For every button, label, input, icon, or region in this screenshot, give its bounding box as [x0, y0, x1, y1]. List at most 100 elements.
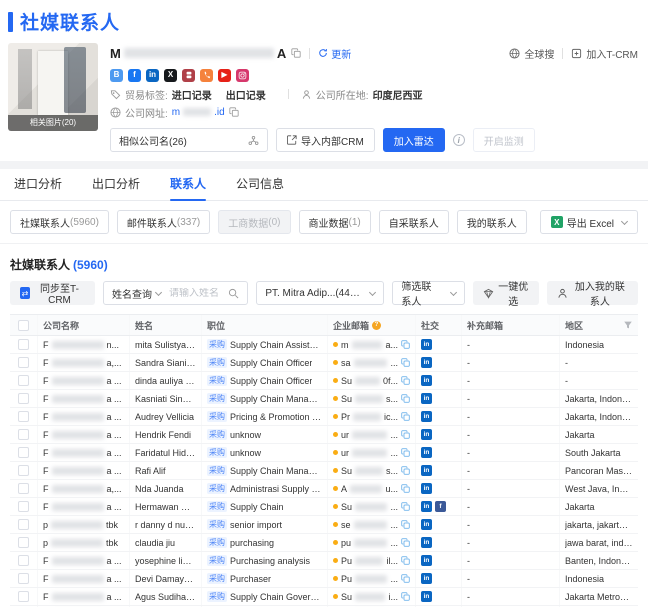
- linkedin-icon[interactable]: in: [421, 483, 432, 494]
- row-checkbox[interactable]: [18, 393, 29, 404]
- copy-icon[interactable]: [401, 358, 410, 367]
- add-my-contacts-button[interactable]: 加入我的联系人: [546, 281, 639, 308]
- cell-title: 采购 unknow: [202, 426, 328, 443]
- linkedin-icon[interactable]: in: [421, 465, 432, 476]
- copy-icon[interactable]: [401, 430, 410, 439]
- tab-item-3[interactable]: 公司信息: [236, 169, 284, 201]
- email-help-icon[interactable]: ?: [372, 320, 382, 330]
- tab-item-2[interactable]: 联系人: [170, 169, 207, 201]
- export-excel-button[interactable]: X 导出 Excel: [539, 210, 638, 234]
- row-checkbox[interactable]: [18, 411, 29, 422]
- linkedin-icon[interactable]: in: [421, 501, 432, 512]
- linkedin-icon[interactable]: in: [421, 519, 432, 530]
- refresh-button[interactable]: 更新: [318, 46, 351, 61]
- copy-icon[interactable]: [401, 538, 410, 547]
- instagram-icon[interactable]: [236, 68, 249, 82]
- copy-icon[interactable]: [401, 466, 410, 475]
- company-photo[interactable]: 相关图片(20): [8, 43, 98, 131]
- join-tcrm-button[interactable]: 加入T-CRM: [571, 46, 638, 61]
- tab-item-1[interactable]: 出口分析: [92, 169, 140, 201]
- row-checkbox[interactable]: [18, 429, 29, 440]
- source-chip-5[interactable]: 我的联系人: [456, 210, 527, 234]
- linkedin-icon[interactable]: in: [421, 357, 432, 368]
- row-checkbox[interactable]: [18, 375, 29, 386]
- linkedin-icon[interactable]: in: [421, 555, 432, 566]
- sync-tcrm-button[interactable]: ⇄ 同步至T-CRM: [10, 281, 96, 306]
- company-suffix: a,...: [106, 357, 122, 368]
- facebook-icon[interactable]: f: [435, 501, 446, 512]
- source-chip-3[interactable]: 商业数据 (1): [298, 210, 371, 234]
- one-click-select-button[interactable]: 一键优选: [472, 281, 539, 308]
- phone-icon[interactable]: [200, 68, 213, 82]
- source-chip-2[interactable]: 工商数据 (0): [218, 210, 291, 234]
- linkedin-icon[interactable]: in: [421, 375, 432, 386]
- email-status-dot: [333, 504, 338, 509]
- related-photos-label[interactable]: 相关图片(20): [8, 115, 98, 131]
- row-checkbox[interactable]: [18, 447, 29, 458]
- x-twitter-icon[interactable]: X: [164, 68, 177, 82]
- search-input[interactable]: [169, 287, 229, 299]
- linkedin-icon[interactable]: in: [421, 393, 432, 404]
- row-checkbox[interactable]: [18, 519, 29, 530]
- row-checkbox[interactable]: [18, 483, 29, 494]
- website-link[interactable]: m .id: [172, 107, 225, 118]
- facebook-icon[interactable]: f: [128, 68, 141, 82]
- filter-funnel-icon[interactable]: [623, 320, 633, 330]
- contact-name: dinda auliya adha: [135, 375, 196, 386]
- company-suffix: a ...: [106, 411, 122, 422]
- search-icon[interactable]: [228, 288, 239, 299]
- copy-icon[interactable]: [401, 592, 410, 601]
- tab-item-0[interactable]: 进口分析: [14, 169, 62, 201]
- linkedin-icon[interactable]: in: [421, 537, 432, 548]
- copy-icon[interactable]: [401, 484, 410, 493]
- copy-icon[interactable]: [291, 48, 301, 58]
- import-crm-button[interactable]: 导入内部CRM: [276, 128, 375, 152]
- copy-icon[interactable]: [229, 107, 239, 117]
- linkedin-icon[interactable]: in: [421, 429, 432, 440]
- row-checkbox[interactable]: [18, 555, 29, 566]
- company-filter-select[interactable]: PT. Mitra Adip...(4467): [256, 281, 385, 305]
- global-search-button[interactable]: 全球搜: [509, 46, 554, 61]
- linkedin-icon[interactable]: in: [421, 411, 432, 422]
- row-checkbox[interactable]: [18, 501, 29, 512]
- copy-icon[interactable]: [401, 394, 410, 403]
- contact-filter-select[interactable]: 筛选联系人: [392, 281, 465, 308]
- linkedin-icon[interactable]: in: [421, 447, 432, 458]
- copy-icon[interactable]: [401, 448, 410, 457]
- join-radar-button[interactable]: 加入雷达: [382, 128, 445, 152]
- blog-icon[interactable]: [182, 68, 195, 82]
- row-checkbox[interactable]: [18, 339, 29, 350]
- youtube-icon[interactable]: ▶: [218, 68, 231, 82]
- copy-icon[interactable]: [401, 376, 410, 385]
- copy-icon[interactable]: [401, 340, 410, 349]
- region: Indonesia: [565, 339, 605, 350]
- row-checkbox[interactable]: [18, 465, 29, 476]
- copy-icon[interactable]: [401, 412, 410, 421]
- linkedin-icon[interactable]: in: [421, 573, 432, 584]
- row-checkbox[interactable]: [18, 357, 29, 368]
- trade-tag-import[interactable]: 进口记录: [172, 87, 212, 102]
- copy-icon[interactable]: [401, 574, 410, 583]
- info-icon[interactable]: i: [452, 134, 465, 146]
- source-chip-4[interactable]: 自采联系人: [378, 210, 449, 234]
- copy-icon[interactable]: [401, 502, 410, 511]
- cell-email: Au...: [328, 480, 416, 497]
- linkedin-icon[interactable]: in: [421, 339, 432, 350]
- row-checkbox[interactable]: [18, 591, 29, 602]
- linkedin-icon[interactable]: in: [421, 591, 432, 602]
- procurement-tag: 采购: [207, 537, 227, 548]
- copy-icon[interactable]: [401, 556, 410, 565]
- source-chip-1[interactable]: 邮件联系人 (337): [116, 210, 211, 234]
- cell-extra-email: -: [462, 444, 560, 461]
- linkedin-icon[interactable]: in: [146, 68, 159, 82]
- trade-tag-export[interactable]: 出口记录: [226, 87, 266, 102]
- row-checkbox[interactable]: [18, 573, 29, 584]
- similar-companies-button[interactable]: 相似公司名(26): [110, 128, 268, 152]
- row-checkbox[interactable]: [18, 537, 29, 548]
- copy-icon[interactable]: [401, 520, 410, 529]
- start-monitor-button[interactable]: 开启监测: [472, 128, 535, 152]
- name-query-dropdown[interactable]: 姓名查询: [112, 286, 163, 301]
- select-all-checkbox[interactable]: [18, 319, 29, 331]
- bing-icon[interactable]: B: [110, 68, 123, 82]
- source-chip-0[interactable]: 社媒联系人 (5960): [10, 210, 109, 234]
